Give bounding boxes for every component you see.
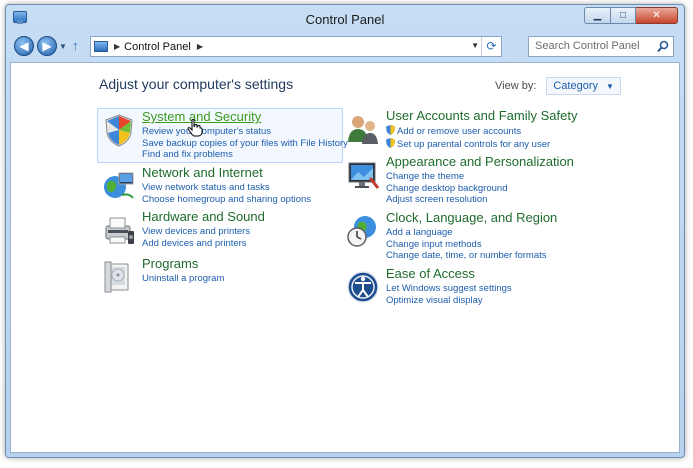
maximize-button[interactable]: □ (610, 7, 636, 24)
category-clock-language-region[interactable]: Clock, Language, and Region Add a langua… (342, 210, 582, 262)
back-button[interactable]: ◀ (14, 36, 34, 56)
breadcrumb-control-panel[interactable]: Control Panel (124, 41, 191, 53)
category-hardware-and-sound[interactable]: Hardware and Sound View devices and prin… (98, 209, 338, 249)
category-link[interactable]: Change desktop background (386, 183, 507, 195)
category-title[interactable]: Appearance and Personalization (386, 154, 574, 169)
search-icon[interactable] (657, 40, 669, 53)
category-links: View devices and printers Add devices an… (142, 226, 250, 249)
minimize-button[interactable]: ▁ (584, 7, 610, 24)
category-ease-of-access[interactable]: Ease of Access Let Windows suggest setti… (342, 266, 582, 306)
category-link-label: Add or remove user accounts (397, 126, 522, 137)
address-bar[interactable]: ▶ Control Panel ▶ ▼ ⟳ (90, 36, 502, 57)
category-link[interactable]: Change date, time, or number formats (386, 250, 547, 262)
hand-cursor-icon (187, 119, 203, 137)
category-links: Let Windows suggest settings Optimize vi… (386, 283, 512, 306)
programs-icon (104, 261, 129, 293)
category-link[interactable]: Add devices and printers (142, 238, 250, 250)
category-link[interactable]: Review your computer's status (142, 126, 348, 138)
title-bar[interactable]: Control Panel ▁ □ ✕ (6, 5, 684, 33)
ease-of-access-icon (347, 271, 379, 303)
category-title[interactable]: Network and Internet (142, 165, 263, 180)
uac-shield-icon (386, 125, 395, 135)
forward-button[interactable]: ▶ (37, 36, 57, 56)
address-dropdown-icon[interactable]: ▼ (471, 41, 479, 50)
category-links: Uninstall a program (142, 273, 224, 285)
network-globe-icon (104, 172, 134, 199)
category-title[interactable]: Hardware and Sound (142, 209, 265, 224)
category-link[interactable]: Save backup copies of your files with Fi… (142, 138, 348, 150)
chevron-down-icon: ▼ (606, 81, 614, 91)
category-title[interactable]: User Accounts and Family Safety (386, 108, 577, 123)
main-content: Adjust your computer's settings View by:… (10, 62, 680, 453)
category-title[interactable]: Clock, Language, and Region (386, 210, 557, 225)
category-link[interactable]: Let Windows suggest settings (386, 283, 512, 295)
search-input[interactable] (535, 40, 650, 52)
window-title: Control Panel (305, 12, 385, 27)
shield-icon (105, 114, 133, 147)
category-link[interactable]: Choose homegroup and sharing options (142, 194, 311, 206)
category-link[interactable]: Add or remove user accounts (386, 125, 550, 138)
search-box[interactable] (528, 36, 674, 57)
category-title[interactable]: Programs (142, 256, 198, 271)
monitor-icon (348, 162, 380, 189)
view-by-control: View by: Category ▼ (495, 77, 621, 95)
category-link[interactable]: Adjust screen resolution (386, 194, 507, 206)
users-icon (348, 116, 378, 144)
category-link[interactable]: View devices and printers (142, 226, 250, 238)
control-panel-folder-icon (94, 41, 108, 52)
close-button[interactable]: ✕ (636, 7, 678, 24)
control-panel-window: Control Panel ▁ □ ✕ ◀ ▶ ▼ ↑ ▶ Control Pa… (5, 4, 685, 458)
up-arrow-icon[interactable]: ↑ (72, 38, 79, 53)
window-controls: ▁ □ ✕ (584, 7, 678, 24)
navigation-bar: ◀ ▶ ▼ ↑ ▶ Control Panel ▶ ▼ ⟳ (6, 33, 684, 63)
uac-shield-icon (386, 137, 395, 148)
category-link-label: Set up parental controls for any user (397, 138, 551, 150)
view-by-dropdown[interactable]: Category ▼ (546, 77, 621, 95)
category-link[interactable]: View network status and tasks (142, 182, 311, 194)
category-user-accounts[interactable]: User Accounts and Family Safety Add or r… (342, 108, 582, 150)
recent-locations-chevron-icon[interactable]: ▼ (59, 42, 67, 51)
page-title: Adjust your computer's settings (99, 76, 294, 92)
category-link[interactable]: Add a language (386, 227, 547, 239)
category-appearance-and-personalization[interactable]: Appearance and Personalization Change th… (342, 154, 582, 206)
view-by-label: View by: (495, 80, 537, 92)
category-network-and-internet[interactable]: Network and Internet View network status… (98, 165, 338, 205)
category-system-and-security[interactable]: System and Security Review your computer… (97, 108, 348, 163)
category-link[interactable]: Uninstall a program (142, 273, 224, 285)
category-link[interactable]: Optimize visual display (386, 295, 512, 307)
breadcrumb-chevron-icon[interactable]: ▶ (114, 42, 120, 51)
category-links: Add or remove user accounts Set up paren… (386, 125, 550, 150)
category-links: Change the theme Change desktop backgrou… (386, 171, 507, 206)
category-link[interactable]: Change the theme (386, 171, 507, 183)
view-by-value: Category (553, 80, 599, 92)
category-link[interactable]: Find and fix problems (142, 149, 348, 161)
printer-icon (105, 217, 134, 244)
refresh-icon[interactable]: ⟳ (481, 37, 501, 56)
category-links: View network status and tasks Choose hom… (142, 182, 311, 205)
category-link[interactable]: Set up parental controls for any user (386, 137, 551, 151)
category-programs[interactable]: Programs Uninstall a program (98, 256, 338, 293)
breadcrumb-chevron-icon[interactable]: ▶ (197, 42, 203, 51)
category-links: Review your computer's status Save backu… (142, 126, 348, 161)
category-title[interactable]: Ease of Access (386, 266, 475, 281)
category-links: Add a language Change input methods Chan… (386, 227, 547, 262)
clock-globe-icon (347, 216, 376, 247)
category-link[interactable]: Change input methods (386, 239, 547, 251)
